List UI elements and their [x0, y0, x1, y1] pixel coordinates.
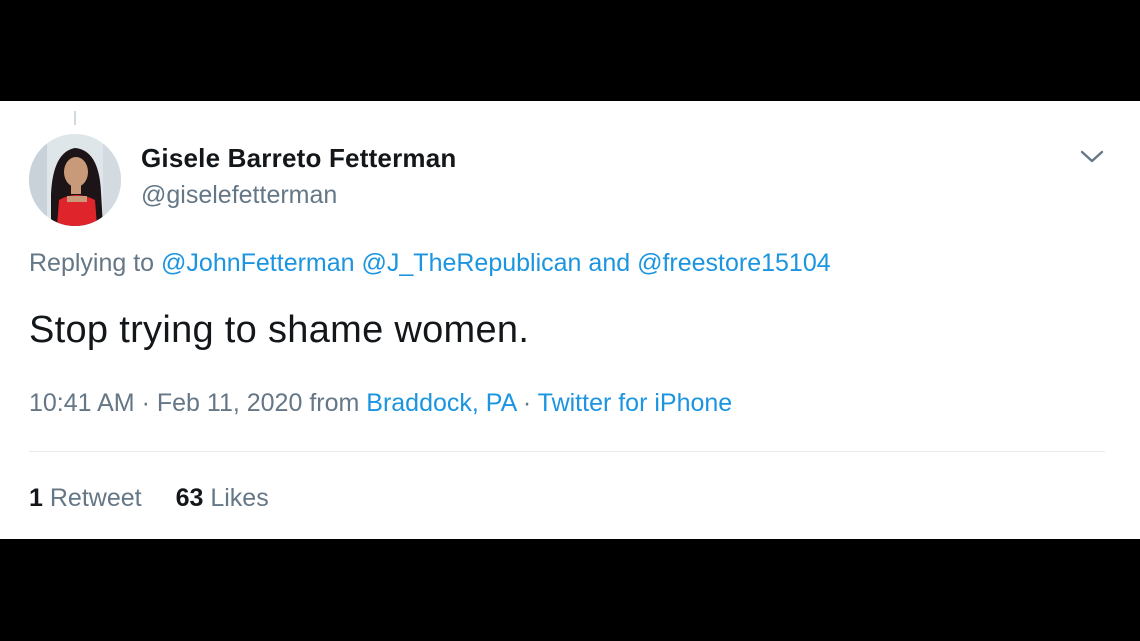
retweets-stat[interactable]: 1 Retweet [29, 484, 142, 512]
avatar[interactable] [29, 134, 121, 226]
tweet-date[interactable]: Feb 11, 2020 [157, 389, 302, 417]
divider [29, 451, 1105, 452]
likes-label: Likes [210, 484, 269, 512]
display-name[interactable]: Gisele Barreto Fetterman [141, 143, 456, 174]
tweet-stats: 1 Retweet 63 Likes [29, 484, 269, 513]
others-link[interactable]: and [588, 249, 630, 277]
letterbox-top [0, 0, 1140, 101]
user-handle[interactable]: @giselefetterman [141, 181, 337, 210]
profile-photo-icon [29, 134, 121, 226]
replying-to: Replying to @JohnFetterman @J_TheRepubli… [29, 249, 831, 278]
tweet-card: Gisele Barreto Fetterman @giselefetterma… [0, 101, 1140, 539]
tweet-time[interactable]: 10:41 AM [29, 389, 135, 417]
thread-line [74, 111, 76, 125]
source-link[interactable]: Twitter for iPhone [538, 389, 733, 417]
likes-count: 63 [175, 484, 204, 512]
from-label: from [309, 389, 360, 417]
tweet-text: Stop trying to shame women. [29, 309, 530, 351]
replying-to-label: Replying to [29, 249, 155, 277]
mention-link[interactable]: @freestore15104 [637, 249, 831, 277]
meta-separator: · [522, 389, 532, 417]
mention-link[interactable]: @J_TheRepublican [362, 249, 582, 277]
retweets-label: Retweet [49, 484, 142, 512]
location-link[interactable]: Braddock, PA [366, 389, 516, 417]
retweets-count: 1 [29, 484, 43, 512]
likes-stat[interactable]: 63 Likes [176, 484, 269, 512]
chevron-down-icon[interactable] [1078, 145, 1106, 167]
tweet-meta: 10:41 AM · Feb 11, 2020 from Braddock, P… [29, 389, 732, 418]
meta-separator: · [141, 389, 150, 417]
mention-link[interactable]: @JohnFetterman [161, 249, 355, 277]
letterbox-bottom [0, 539, 1140, 641]
